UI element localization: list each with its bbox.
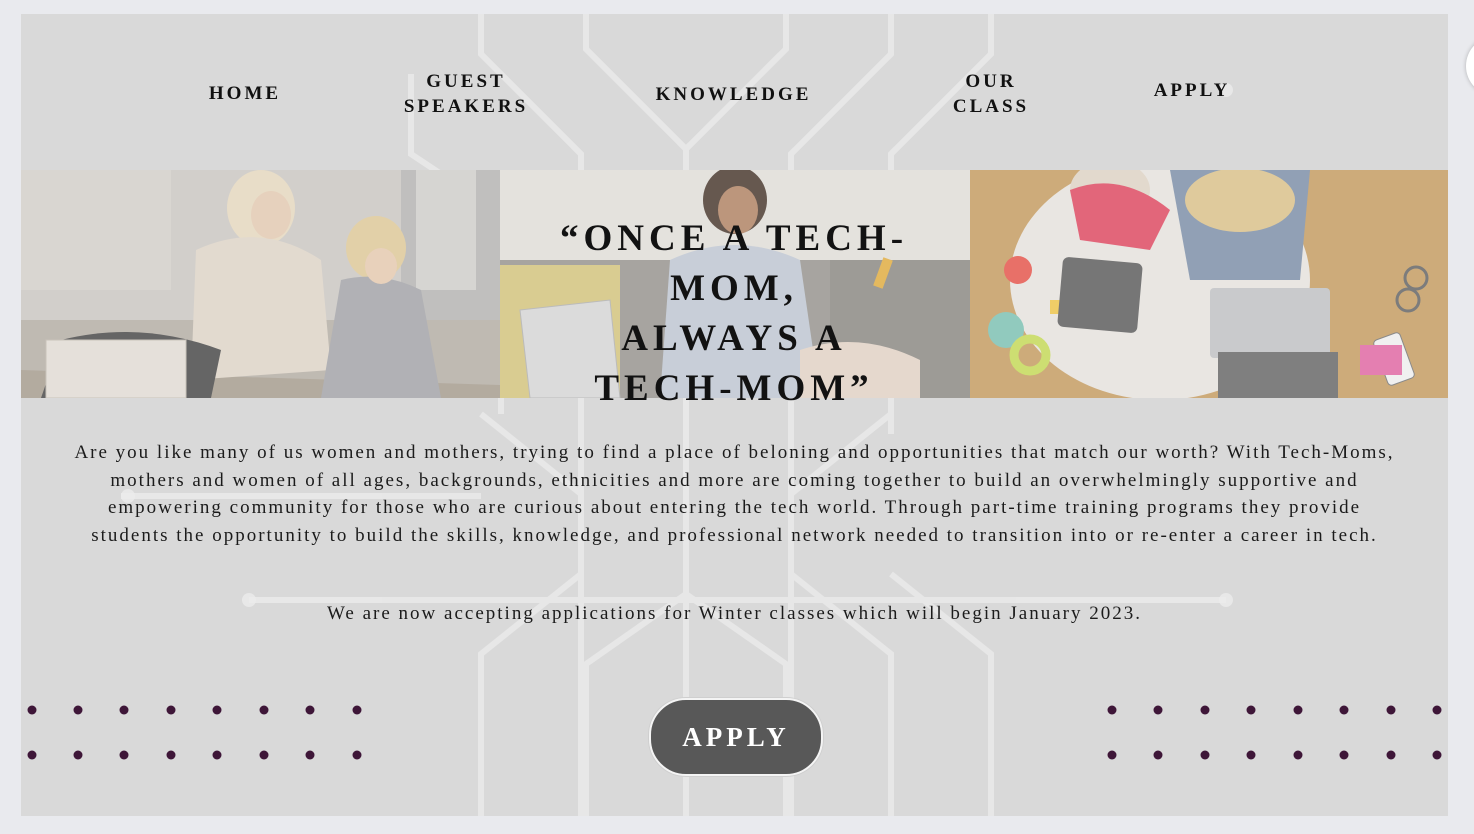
circuit-background <box>121 14 1351 816</box>
nav-home[interactable]: HOME <box>205 81 285 106</box>
dots-decoration-right <box>1101 702 1448 762</box>
hero-banner: “ONCE A TECH-MOM, ALWAYS A TECH-MOM” <box>21 170 1448 409</box>
dots-decoration-left <box>21 702 381 762</box>
nav-our-class[interactable]: OUR CLASS <box>948 69 1034 119</box>
floating-action-circle[interactable] <box>1466 36 1474 96</box>
nav-apply[interactable]: APPLY <box>1149 78 1235 103</box>
winter-classes-notice: We are now accepting applications for Wi… <box>327 603 1142 624</box>
hero-quote: “ONCE A TECH-MOM, ALWAYS A TECH-MOM” <box>559 218 909 409</box>
nav-guest-speakers[interactable]: GUEST SPEAKERS <box>395 69 537 119</box>
landing-page: HOME GUEST SPEAKERS KNOWLEDGE OUR CLASS … <box>21 14 1448 816</box>
intro-paragraph: Are you like many of us women and mother… <box>74 442 1395 546</box>
nav-knowledge[interactable]: KNOWLEDGE <box>651 82 816 107</box>
apply-button[interactable]: APPLY <box>649 698 823 776</box>
apply-button-label: APPLY <box>682 721 790 752</box>
